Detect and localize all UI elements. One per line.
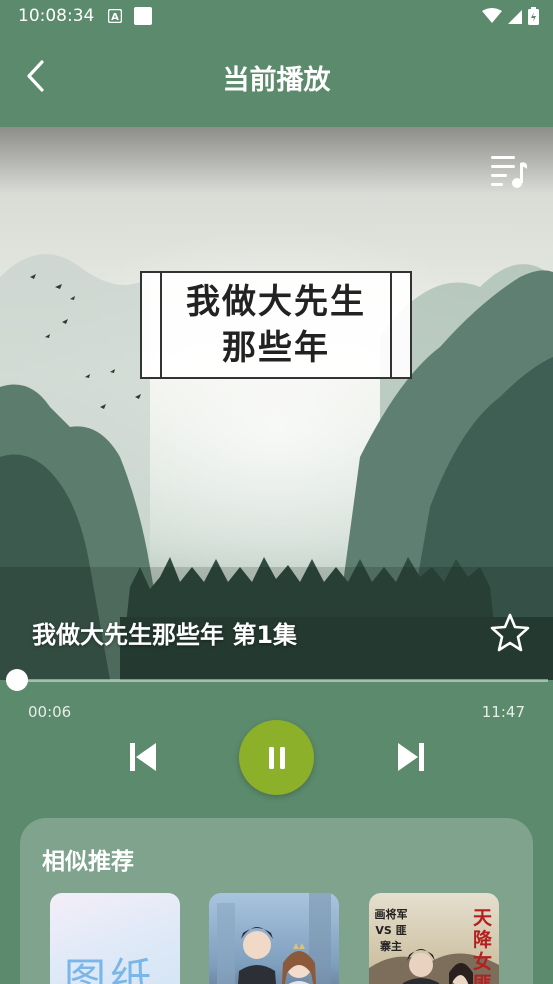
cover-landscape-illustration	[0, 127, 553, 680]
skip-previous-icon	[130, 743, 156, 771]
header: 当前播放	[0, 32, 553, 127]
recommendations-card: 相似推荐 图纸 画将军 VS 匪寨主 天降女匪	[20, 818, 533, 984]
cover-title-line-1: 我做大先生	[186, 282, 366, 322]
previous-button[interactable]	[126, 738, 160, 776]
recommendation-item[interactable]	[209, 893, 339, 984]
recommendation-item[interactable]: 图纸	[50, 893, 180, 984]
pause-icon	[268, 746, 285, 769]
signal-icon	[508, 10, 522, 24]
page-title: 当前播放	[222, 65, 331, 96]
status-system-icons	[482, 7, 539, 25]
skip-next-icon	[398, 743, 424, 771]
current-time: 00:06	[28, 703, 72, 721]
episode-title: 我做大先生那些年 第1集	[32, 621, 298, 649]
next-button[interactable]	[394, 738, 428, 776]
playlist-icon	[491, 156, 527, 188]
total-time: 11:47	[481, 703, 525, 721]
svg-text:A: A	[111, 12, 119, 23]
a-notification-icon: A	[108, 9, 123, 23]
status-notification-icons: A	[108, 7, 153, 25]
wifi-icon	[482, 8, 502, 23]
square-notification-icon	[134, 7, 153, 25]
progress-knob[interactable]	[6, 669, 28, 691]
playlist-button[interactable]	[489, 153, 529, 189]
cover-artwork: 我做大先生 那些年 我做大先生那些年 第1集	[0, 127, 553, 680]
recommendations-heading: 相似推荐	[42, 849, 134, 875]
cover-title-line-2: 那些年	[222, 328, 330, 368]
progress-bar[interactable]	[6, 669, 548, 691]
cover-title-plaque: 我做大先生 那些年	[140, 271, 412, 379]
recommendation-cover-illustration	[217, 893, 331, 984]
recommendation-cover-text: 画将军 VS 匪寨主	[374, 908, 408, 953]
recommendation-cover-text: 图纸	[64, 954, 157, 984]
recommendation-item[interactable]: 画将军 VS 匪寨主 天降女匪	[369, 893, 499, 984]
cover-title-inner: 我做大先生 那些年	[160, 273, 392, 377]
status-bar: 10:08:34 A	[0, 0, 553, 32]
recommendation-cover-text: 天降女匪	[473, 907, 493, 984]
battery-icon	[528, 7, 539, 25]
pause-button[interactable]	[239, 720, 314, 795]
favorite-button[interactable]	[489, 611, 531, 653]
status-time: 10:08:34	[18, 6, 95, 26]
star-outline-icon	[490, 613, 530, 652]
